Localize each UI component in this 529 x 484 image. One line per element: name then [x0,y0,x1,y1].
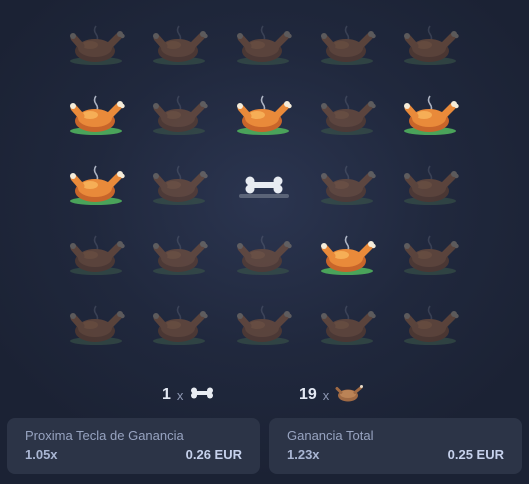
bone-icon [235,162,293,208]
board-tile[interactable] [139,80,223,150]
board-tile[interactable] [306,290,390,360]
board-tile[interactable] [55,220,139,290]
chicken-icon [68,22,126,68]
board-tile[interactable] [389,290,473,360]
total-win-panel: Ganancia Total 1.23x 0.25 EUR [269,418,522,474]
chicken-icon [235,302,293,348]
chicken-icon [151,232,209,278]
board-tile[interactable] [139,150,223,220]
chicken-icon [235,22,293,68]
chicken-icon [151,22,209,68]
chicken-icon [68,162,126,208]
board-tile[interactable] [306,80,390,150]
board-tile[interactable] [306,220,390,290]
board-tile[interactable] [55,10,139,80]
board-tile[interactable] [222,80,306,150]
chicken-icon [151,92,209,138]
board-tile[interactable] [139,10,223,80]
next-win-multiplier: 1.05x [25,447,58,462]
total-win-amount: 0.25 EUR [447,447,504,462]
next-win-amount: 0.26 EUR [185,447,242,462]
chicken-icon [402,302,460,348]
chicken-icon [151,162,209,208]
bone-icon [189,386,215,405]
next-win-title: Proxima Tecla de Ganancia [25,428,184,443]
board-tile[interactable] [389,150,473,220]
game-board [55,10,473,360]
chicken-icon [235,92,293,138]
chicken-icon [402,162,460,208]
chicken-icon [402,92,460,138]
chicken-icon [402,232,460,278]
chicken-icon [319,22,377,68]
board-tile[interactable] [222,220,306,290]
board-tile[interactable] [55,80,139,150]
chicken-icon [319,162,377,208]
counters: 1 x 19 x [0,380,529,410]
chicken-icon [151,302,209,348]
chicken-icon [319,232,377,278]
board-tile[interactable] [55,290,139,360]
chicken-icon [335,381,364,410]
chicken-icon [68,92,126,138]
chicken-multiplier-sign: x [322,387,330,403]
total-win-multiplier: 1.23x [287,447,320,462]
board-tile[interactable] [389,220,473,290]
chicken-icon [319,302,377,348]
bone-count: 1 [162,386,171,403]
chicken-count: 19 [299,386,317,403]
chicken-icon [402,22,460,68]
board-tile[interactable] [139,290,223,360]
bone-counter: 1 x [162,380,215,410]
board-tile[interactable] [306,150,390,220]
board-tile[interactable] [139,220,223,290]
next-win-panel: Proxima Tecla de Ganancia 1.05x 0.26 EUR [7,418,260,474]
board-tile[interactable] [222,10,306,80]
board-tile[interactable] [55,150,139,220]
board-tile[interactable] [306,10,390,80]
board-tile[interactable] [222,150,306,220]
chicken-counter: 19 x [299,380,364,410]
total-win-title: Ganancia Total [287,428,374,443]
board-tile[interactable] [222,290,306,360]
chicken-icon [319,92,377,138]
bone-multiplier-sign: x [176,387,184,403]
board-tile[interactable] [389,80,473,150]
chicken-icon [235,232,293,278]
chicken-icon [68,232,126,278]
chicken-icon [68,302,126,348]
board-tile[interactable] [389,10,473,80]
